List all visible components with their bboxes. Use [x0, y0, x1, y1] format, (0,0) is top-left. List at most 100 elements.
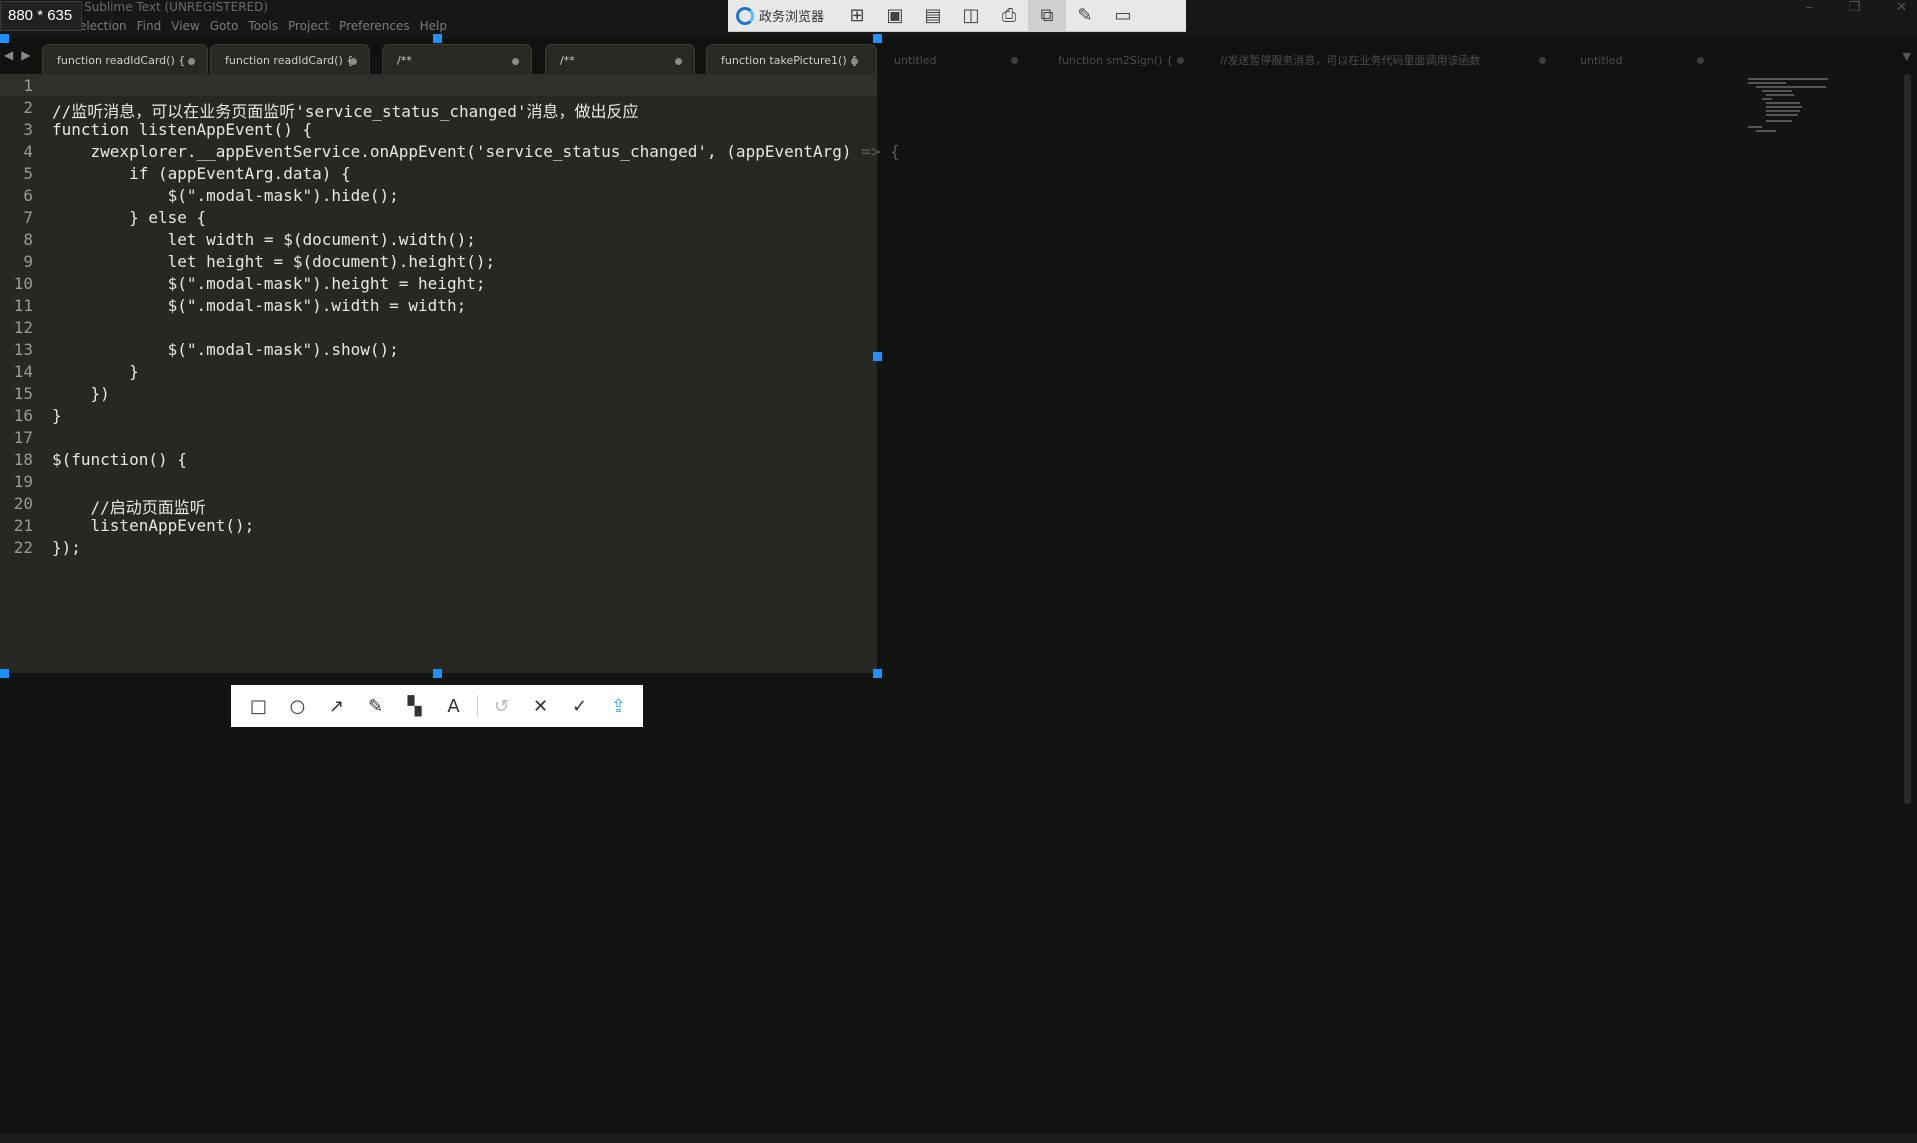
tab-prev-icon[interactable]: ◀ — [4, 48, 13, 62]
line-number: 5 — [23, 164, 33, 183]
tab-dirty-dot-icon[interactable] — [512, 58, 519, 65]
arrow-tool-button[interactable]: ↗ — [317, 685, 356, 727]
tab-bar: ◀ ▶ function readIdCard() { function rea… — [0, 38, 1917, 76]
code-line: if (appEventArg.data) { — [52, 164, 351, 183]
line-number: 19 — [13, 472, 33, 491]
tab-label: function takePicture1() { — [721, 54, 858, 67]
code-line-text: zwexplorer.__appEventService.onAppEvent(… — [52, 142, 852, 161]
tab-item[interactable]: //发送暂停服务消息，可以在业务代码里面调用该函数 — [1206, 44, 1558, 76]
document-icon[interactable]: ▤ — [914, 0, 952, 32]
capture-size-badge: 880 * 635 — [0, 1, 82, 31]
pencil-tool-button[interactable]: ✎ — [356, 685, 395, 727]
code-line: } — [52, 362, 139, 381]
line-number: 18 — [13, 450, 33, 469]
tab-next-icon[interactable]: ▶ — [21, 48, 30, 62]
browser-name: 政务浏览器 — [759, 10, 825, 25]
code-line-text: function listenAppEvent() { — [52, 120, 313, 139]
code-line-text: } — [52, 406, 62, 425]
confirm-button[interactable]: ✓ — [560, 685, 599, 727]
code-line: }); — [52, 538, 81, 557]
tab-item[interactable]: function readIdCard() { — [210, 44, 370, 76]
tab-dirty-dot-icon[interactable] — [675, 58, 682, 65]
line-number: 7 — [23, 208, 33, 227]
tab-label: function sm2Sign() { — [1058, 53, 1173, 67]
menu-find[interactable]: Find — [137, 19, 172, 37]
code-line: //监听消息，可以在业务页面监听'service_status_changed'… — [52, 98, 638, 122]
editor-area[interactable]: 1 2 3 4 5 6 7 8 9 10 11 12 13 14 15 16 17 18 19 20 21 22 //监听… — [0, 74, 1917, 1134]
line-number: 20 — [13, 494, 33, 513]
line-number: 10 — [13, 274, 33, 293]
minimap[interactable] — [1748, 74, 1838, 134]
code-line: } else { — [52, 208, 206, 227]
code-text[interactable]: //监听消息，可以在业务页面监听'service_status_changed'… — [52, 74, 952, 673]
code-line-text: }) — [52, 384, 110, 403]
vertical-scrollbar[interactable] — [1904, 74, 1911, 804]
tab-dirty-dot-icon[interactable] — [1177, 57, 1184, 64]
screen-capture-icon[interactable]: ⊞ — [838, 0, 876, 32]
tab-dirty-dot-icon[interactable] — [1011, 57, 1018, 64]
minimize-icon[interactable]: – — [1806, 0, 1813, 15]
code-line: listenAppEvent(); — [52, 516, 255, 535]
code-line: $(function() { — [52, 450, 187, 469]
undo-button[interactable]: ↺ — [482, 685, 521, 727]
menu-goto[interactable]: Goto — [210, 19, 249, 37]
restore-icon[interactable]: ❐ — [1848, 0, 1860, 15]
tab-item[interactable]: /** — [545, 44, 695, 76]
menu-view[interactable]: View — [171, 19, 209, 37]
selection-handle-top[interactable] — [433, 34, 442, 43]
menu-preferences[interactable]: Preferences — [339, 19, 420, 37]
tab-dirty-dot-icon[interactable] — [1697, 57, 1704, 64]
tab-dirty-dot-icon[interactable] — [851, 58, 858, 65]
code-line-text: $(".modal-mask").height = height; — [52, 274, 486, 293]
print-icon[interactable]: ⎙ — [990, 0, 1028, 32]
tab-overflow-icon[interactable]: ▼ — [1903, 50, 1911, 63]
rectangle-tool-button[interactable]: □ — [239, 685, 278, 727]
share-button[interactable]: ⇪ — [599, 685, 638, 727]
tab-label: function readIdCard() { — [57, 54, 186, 67]
selection-handle-right[interactable] — [873, 352, 882, 361]
ellipse-tool-button[interactable]: ○ — [278, 685, 317, 727]
image-icon[interactable]: ▣ — [876, 0, 914, 32]
tab-item[interactable]: untitled — [1566, 44, 1716, 76]
selection-handle-bottom[interactable] — [433, 669, 442, 678]
tab-item[interactable]: function sm2Sign() { — [1044, 44, 1196, 76]
code-line: $(".modal-mask").width = width; — [52, 296, 467, 315]
tab-item[interactable]: function takePicture1() { — [706, 44, 877, 76]
screenshot-icon[interactable]: ⧉ — [1028, 0, 1067, 32]
selection-handle-top-right[interactable] — [873, 34, 882, 43]
browser-toolbar: 政务浏览器 ⊞ ▣ ▤ ◫ ⎙ ⧉ ✎ ▭ — [728, 0, 1186, 32]
menu-project[interactable]: Project — [288, 19, 339, 37]
tab-label: untitled — [894, 53, 937, 67]
tab-label: //发送暂停服务消息，可以在业务代码里面调用该函数 — [1220, 54, 1481, 67]
tab-item[interactable]: function readIdCard() { — [42, 44, 208, 76]
selection-handle-bottom-left[interactable] — [0, 669, 9, 678]
menu-tools[interactable]: Tools — [248, 19, 288, 37]
mosaic-tool-button[interactable]: ▚ — [395, 685, 434, 727]
tab-label: /** — [560, 54, 575, 67]
code-line-text: let height = $(document).height(); — [52, 252, 496, 271]
selection-handle-bottom-right[interactable] — [873, 669, 882, 678]
tab-item[interactable]: untitled — [880, 44, 1030, 76]
tab-dirty-dot-icon[interactable] — [1539, 57, 1546, 64]
selection-handle-top-left[interactable] — [0, 34, 9, 43]
text-tool-button[interactable]: A — [434, 685, 473, 727]
presentation-icon[interactable]: ▭ — [1104, 0, 1142, 32]
line-number: 6 — [23, 186, 33, 205]
code-line-text: } — [52, 362, 139, 381]
code-line-text: //监听消息，可以在业务页面监听'service_status_changed'… — [52, 102, 639, 121]
code-line-text: //启动页面监听 — [52, 498, 206, 517]
line-number: 15 — [13, 384, 33, 403]
pen-icon[interactable]: ✎ — [1066, 0, 1104, 32]
line-number-gutter: 1 2 3 4 5 6 7 8 9 10 11 12 13 14 15 16 17 18 19 20 21 22 — [0, 74, 46, 673]
tab-dirty-dot-icon[interactable] — [188, 58, 195, 65]
close-icon[interactable]: ✕ — [1896, 0, 1907, 15]
tab-nav: ◀ ▶ — [4, 48, 30, 62]
screenshot-toolbar: □ ○ ↗ ✎ ▚ A ↺ ✕ ✓ ⇪ — [231, 685, 643, 727]
cast-icon[interactable]: ◫ — [952, 0, 990, 32]
code-line-text: let width = $(document).width(); — [52, 230, 476, 249]
cancel-button[interactable]: ✕ — [521, 685, 560, 727]
tab-item[interactable]: /** — [382, 44, 532, 76]
code-line-text: $(function() { — [52, 450, 187, 469]
tab-dirty-dot-icon[interactable] — [350, 58, 357, 65]
line-number: 14 — [13, 362, 33, 381]
